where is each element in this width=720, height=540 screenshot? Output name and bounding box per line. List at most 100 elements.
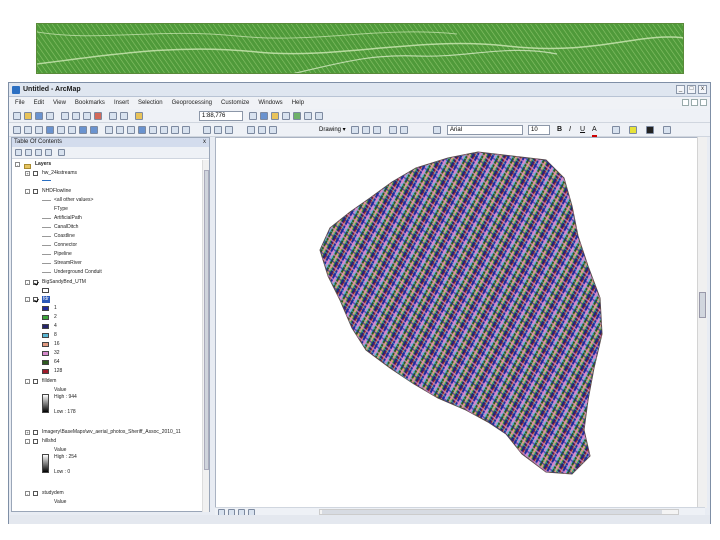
fill-color-icon[interactable]	[612, 126, 620, 134]
modelbuilder-icon[interactable]	[315, 112, 323, 120]
full-extent-icon[interactable]	[46, 126, 54, 134]
layer-visibility-checkbox[interactable]	[33, 280, 38, 285]
layer-visibility-checkbox[interactable]	[33, 379, 38, 384]
maximize-button[interactable]: □	[687, 85, 696, 94]
marker-color-icon[interactable]	[646, 126, 654, 134]
expand-toggle-icon[interactable]: +	[25, 430, 30, 435]
select-elements-icon[interactable]	[127, 126, 135, 134]
doc-minimize-button[interactable]	[682, 99, 689, 106]
print-icon[interactable]	[46, 112, 54, 120]
new-document-icon[interactable]	[13, 112, 21, 120]
pan-icon[interactable]	[35, 126, 43, 134]
expand-toggle-icon[interactable]: -	[25, 491, 30, 496]
minimize-button[interactable]: _	[676, 85, 685, 94]
menu-customize[interactable]: Customize	[221, 97, 249, 109]
list-by-source-icon[interactable]	[25, 149, 32, 156]
layer-visibility-checkbox[interactable]	[33, 171, 38, 176]
menu-insert[interactable]: Insert	[114, 97, 129, 109]
list-by-visibility-icon[interactable]	[35, 149, 42, 156]
layer-visibility-checkbox[interactable]	[33, 491, 38, 496]
toc-item-layer[interactable]: filldem	[42, 378, 56, 385]
fixed-zoom-out-icon[interactable]	[68, 126, 76, 134]
font-color-button[interactable]: A	[592, 125, 597, 137]
measure-icon[interactable]	[160, 126, 168, 134]
menu-geoprocessing[interactable]: Geoprocessing	[172, 97, 212, 109]
menu-edit[interactable]: Edit	[34, 97, 44, 109]
toggle-draft-icon[interactable]	[214, 126, 222, 134]
list-by-selection-icon[interactable]	[45, 149, 52, 156]
toc-item-layer[interactable]: Imagery\BaseMaps\wv_aerial_photos_Sherif…	[42, 429, 181, 436]
expand-toggle-icon[interactable]: -	[25, 439, 30, 444]
paste-icon[interactable]	[83, 112, 91, 120]
map-hscroll-thumb[interactable]	[322, 510, 662, 514]
menu-file[interactable]: File	[15, 97, 25, 109]
copy-icon[interactable]	[72, 112, 80, 120]
search-window-icon[interactable]	[282, 112, 290, 120]
drawing-menu[interactable]: Drawing ▾	[319, 125, 346, 135]
layout-tool-icon[interactable]	[203, 126, 211, 134]
toc-item-layer[interactable]: hillshd	[42, 438, 56, 445]
select-features-icon[interactable]	[105, 126, 113, 134]
toc-close-button[interactable]: x	[203, 138, 206, 147]
text-tool-icon[interactable]	[389, 126, 397, 134]
line-color-icon[interactable]	[629, 126, 637, 134]
layer-visibility-checkbox[interactable]	[33, 189, 38, 194]
python-window-icon[interactable]	[304, 112, 312, 120]
data-driven-pages-icon[interactable]	[258, 126, 266, 134]
doc-restore-button[interactable]	[691, 99, 698, 106]
doc-close-button[interactable]	[700, 99, 707, 106]
html-popup-icon[interactable]	[182, 126, 190, 134]
layer-visibility-checkbox[interactable]	[33, 439, 38, 444]
hyperlink-icon[interactable]	[171, 126, 179, 134]
add-data-icon[interactable]	[135, 112, 143, 120]
toc-item-layer[interactable]: hw_24kstreams	[42, 170, 77, 177]
focus-frame-icon[interactable]	[225, 126, 233, 134]
toc-item-layers[interactable]: Layers	[35, 161, 51, 168]
toc-item-layer[interactable]: BigSandyBnd_UTM	[42, 279, 86, 286]
expand-toggle-icon[interactable]: -	[25, 280, 30, 285]
open-icon[interactable]	[24, 112, 32, 120]
georeferencing-icon[interactable]	[269, 126, 277, 134]
map-display[interactable]	[215, 137, 705, 508]
shadow-color-icon[interactable]	[663, 126, 671, 134]
save-icon[interactable]	[35, 112, 43, 120]
underline-button[interactable]: U	[580, 125, 585, 135]
menu-selection[interactable]: Selection	[138, 97, 163, 109]
redo-icon[interactable]	[120, 112, 128, 120]
font-name-select[interactable]: Arial	[447, 125, 523, 135]
back-extent-icon[interactable]	[79, 126, 87, 134]
expand-toggle-icon[interactable]: +	[25, 171, 30, 176]
bold-button[interactable]: B	[557, 125, 562, 135]
menu-help[interactable]: Help	[292, 97, 304, 109]
catalog-window-icon[interactable]	[271, 112, 279, 120]
rectangle-icon[interactable]	[373, 126, 381, 134]
map-vscroll-thumb[interactable]	[699, 292, 706, 318]
text-dropdown-icon[interactable]	[400, 126, 408, 134]
toc-item-layer[interactable]: studydem	[42, 490, 64, 497]
map-scale-input[interactable]: 1:88,776	[199, 111, 243, 121]
font-dropdown-icon[interactable]	[433, 126, 441, 134]
expand-toggle-icon[interactable]: -	[25, 297, 30, 302]
font-size-select[interactable]: 10	[528, 125, 550, 135]
change-layout-icon[interactable]	[247, 126, 255, 134]
arctoolbox-icon[interactable]	[293, 112, 301, 120]
layer-visibility-checkbox[interactable]	[33, 430, 38, 435]
find-icon[interactable]	[149, 126, 157, 134]
select-elements-draw-icon[interactable]	[351, 126, 359, 134]
map-vertical-scrollbar[interactable]	[697, 137, 707, 508]
toc-item-layer-selected[interactable]: fdr	[42, 296, 50, 303]
undo-icon[interactable]	[109, 112, 117, 120]
expand-toggle-icon[interactable]: -	[25, 189, 30, 194]
toc-item-layer[interactable]: NHDFlowline	[42, 188, 71, 195]
clear-selection-icon[interactable]	[116, 126, 124, 134]
zoom-out-icon[interactable]	[24, 126, 32, 134]
cut-icon[interactable]	[61, 112, 69, 120]
editor-toolbar-icon[interactable]	[249, 112, 257, 120]
menu-view[interactable]: View	[53, 97, 66, 109]
menu-bookmarks[interactable]: Bookmarks	[75, 97, 105, 109]
zoom-in-icon[interactable]	[13, 126, 21, 134]
forward-extent-icon[interactable]	[90, 126, 98, 134]
identify-icon[interactable]	[138, 126, 146, 134]
list-by-drawing-order-icon[interactable]	[15, 149, 22, 156]
menu-windows[interactable]: Windows	[258, 97, 282, 109]
